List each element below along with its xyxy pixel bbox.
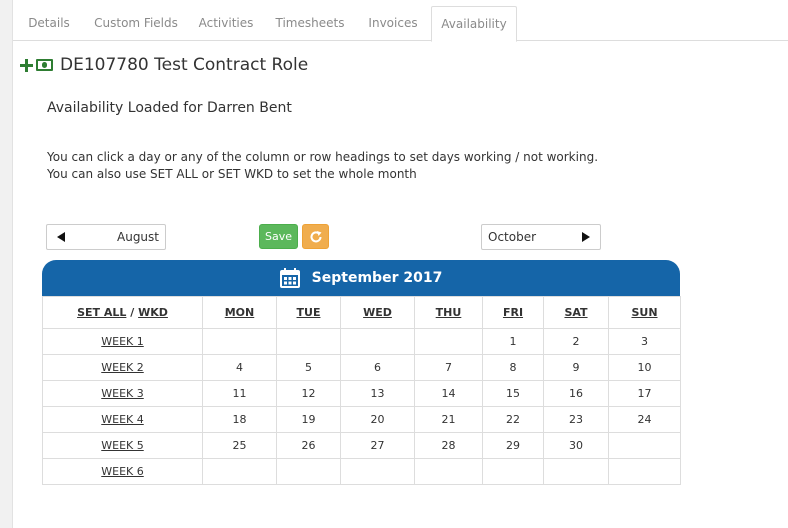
week-row: WEEK 6: [42, 458, 681, 485]
day-cell[interactable]: 20: [340, 406, 415, 433]
previous-month-button[interactable]: August: [46, 224, 166, 250]
calendar-header-row: SET ALL / WKD MON TUE WED THU FRI SAT SU…: [42, 296, 681, 329]
day-header-sun[interactable]: SUN: [608, 296, 681, 329]
previous-month-label: August: [117, 230, 159, 244]
day-cell[interactable]: 10: [608, 354, 681, 381]
day-cell[interactable]: 7: [414, 354, 483, 381]
day-header-wed[interactable]: WED: [340, 296, 415, 329]
day-cell[interactable]: [543, 458, 609, 485]
day-cell[interactable]: 30: [543, 432, 609, 459]
day-cell[interactable]: 21: [414, 406, 483, 433]
day-cell[interactable]: 12: [276, 380, 341, 407]
day-cell[interactable]: 23: [543, 406, 609, 433]
triangle-left-icon: [57, 232, 65, 242]
week-row: WEEK 4 18 19 20 21 22 23 24: [42, 406, 681, 433]
instruction-line-2: You can also use SET ALL or SET WKD to s…: [47, 167, 417, 181]
day-cell[interactable]: 25: [202, 432, 277, 459]
day-cell[interactable]: 16: [543, 380, 609, 407]
day-cell[interactable]: 19: [276, 406, 341, 433]
day-cell[interactable]: 27: [340, 432, 415, 459]
week-label[interactable]: WEEK 5: [42, 432, 203, 459]
next-month-label: October: [488, 230, 537, 244]
day-cell[interactable]: [414, 458, 483, 485]
refresh-button[interactable]: [302, 224, 329, 249]
week-label[interactable]: WEEK 6: [42, 458, 203, 485]
tab-details[interactable]: Details: [19, 6, 79, 41]
day-cell[interactable]: 29: [482, 432, 544, 459]
calendar-icon: [279, 268, 300, 288]
tab-bar: Details Custom Fields Activities Timeshe…: [13, 0, 788, 42]
day-cell[interactable]: 14: [414, 380, 483, 407]
day-cell[interactable]: [608, 458, 681, 485]
day-cell[interactable]: 28: [414, 432, 483, 459]
day-cell[interactable]: [414, 328, 483, 355]
set-wkd-link[interactable]: WKD: [138, 306, 168, 319]
day-cell[interactable]: 1: [482, 328, 544, 355]
role-header: DE107780 Test Contract Role: [20, 54, 308, 76]
week-row: WEEK 1 1 2 3: [42, 328, 681, 355]
tab-availability[interactable]: Availability: [431, 6, 517, 42]
day-cell[interactable]: 3: [608, 328, 681, 355]
tab-timesheets[interactable]: Timesheets: [270, 6, 350, 41]
week-label[interactable]: WEEK 1: [42, 328, 203, 355]
tab-invoices[interactable]: Invoices: [359, 6, 427, 41]
day-cell[interactable]: 15: [482, 380, 544, 407]
day-cell[interactable]: [608, 432, 681, 459]
day-cell[interactable]: 22: [482, 406, 544, 433]
day-cell[interactable]: 9: [543, 354, 609, 381]
day-cell[interactable]: [202, 328, 277, 355]
day-header-mon[interactable]: MON: [202, 296, 277, 329]
day-cell[interactable]: [340, 328, 415, 355]
day-cell[interactable]: 13: [340, 380, 415, 407]
calendar-header: September 2017: [42, 260, 680, 296]
tab-activities[interactable]: Activities: [193, 6, 259, 41]
week-row: WEEK 2 4 5 6 7 8 9 10: [42, 354, 681, 381]
set-all-wkd-header: SET ALL / WKD: [42, 296, 203, 329]
day-header-sat[interactable]: SAT: [543, 296, 609, 329]
day-cell[interactable]: 4: [202, 354, 277, 381]
triangle-right-icon: [582, 232, 590, 242]
week-label[interactable]: WEEK 3: [42, 380, 203, 407]
day-cell[interactable]: 17: [608, 380, 681, 407]
day-cell[interactable]: 18: [202, 406, 277, 433]
day-cell[interactable]: 24: [608, 406, 681, 433]
save-button[interactable]: Save: [259, 224, 298, 249]
instruction-line-1: You can click a day or any of the column…: [47, 150, 599, 164]
day-cell[interactable]: 8: [482, 354, 544, 381]
day-cell[interactable]: 5: [276, 354, 341, 381]
day-cell[interactable]: [340, 458, 415, 485]
next-month-button[interactable]: October: [481, 224, 601, 250]
refresh-icon: [310, 231, 322, 243]
money-icon: [36, 59, 53, 71]
left-sidebar-strip: [0, 0, 13, 528]
week-label[interactable]: WEEK 4: [42, 406, 203, 433]
week-row: WEEK 5 25 26 27 28 29 30: [42, 432, 681, 459]
tab-custom-fields[interactable]: Custom Fields: [86, 6, 186, 41]
day-cell[interactable]: [276, 328, 341, 355]
day-cell[interactable]: [482, 458, 544, 485]
day-cell[interactable]: [276, 458, 341, 485]
set-separator: /: [130, 306, 135, 319]
day-header-thu[interactable]: THU: [414, 296, 483, 329]
day-cell[interactable]: 6: [340, 354, 415, 381]
day-cell[interactable]: 26: [276, 432, 341, 459]
move-icon[interactable]: [20, 58, 33, 72]
availability-loaded-message: Availability Loaded for Darren Bent: [47, 100, 292, 116]
role-title: DE107780 Test Contract Role: [60, 55, 309, 75]
week-label[interactable]: WEEK 2: [42, 354, 203, 381]
day-cell[interactable]: 2: [543, 328, 609, 355]
day-cell[interactable]: 11: [202, 380, 277, 407]
day-header-fri[interactable]: FRI: [482, 296, 544, 329]
day-cell[interactable]: [202, 458, 277, 485]
availability-calendar: SET ALL / WKD MON TUE WED THU FRI SAT SU…: [42, 296, 681, 485]
calendar-month-title: September 2017: [311, 270, 443, 286]
day-header-tue[interactable]: TUE: [276, 296, 341, 329]
week-row: WEEK 3 11 12 13 14 15 16 17: [42, 380, 681, 407]
set-all-link[interactable]: SET ALL: [77, 306, 126, 319]
